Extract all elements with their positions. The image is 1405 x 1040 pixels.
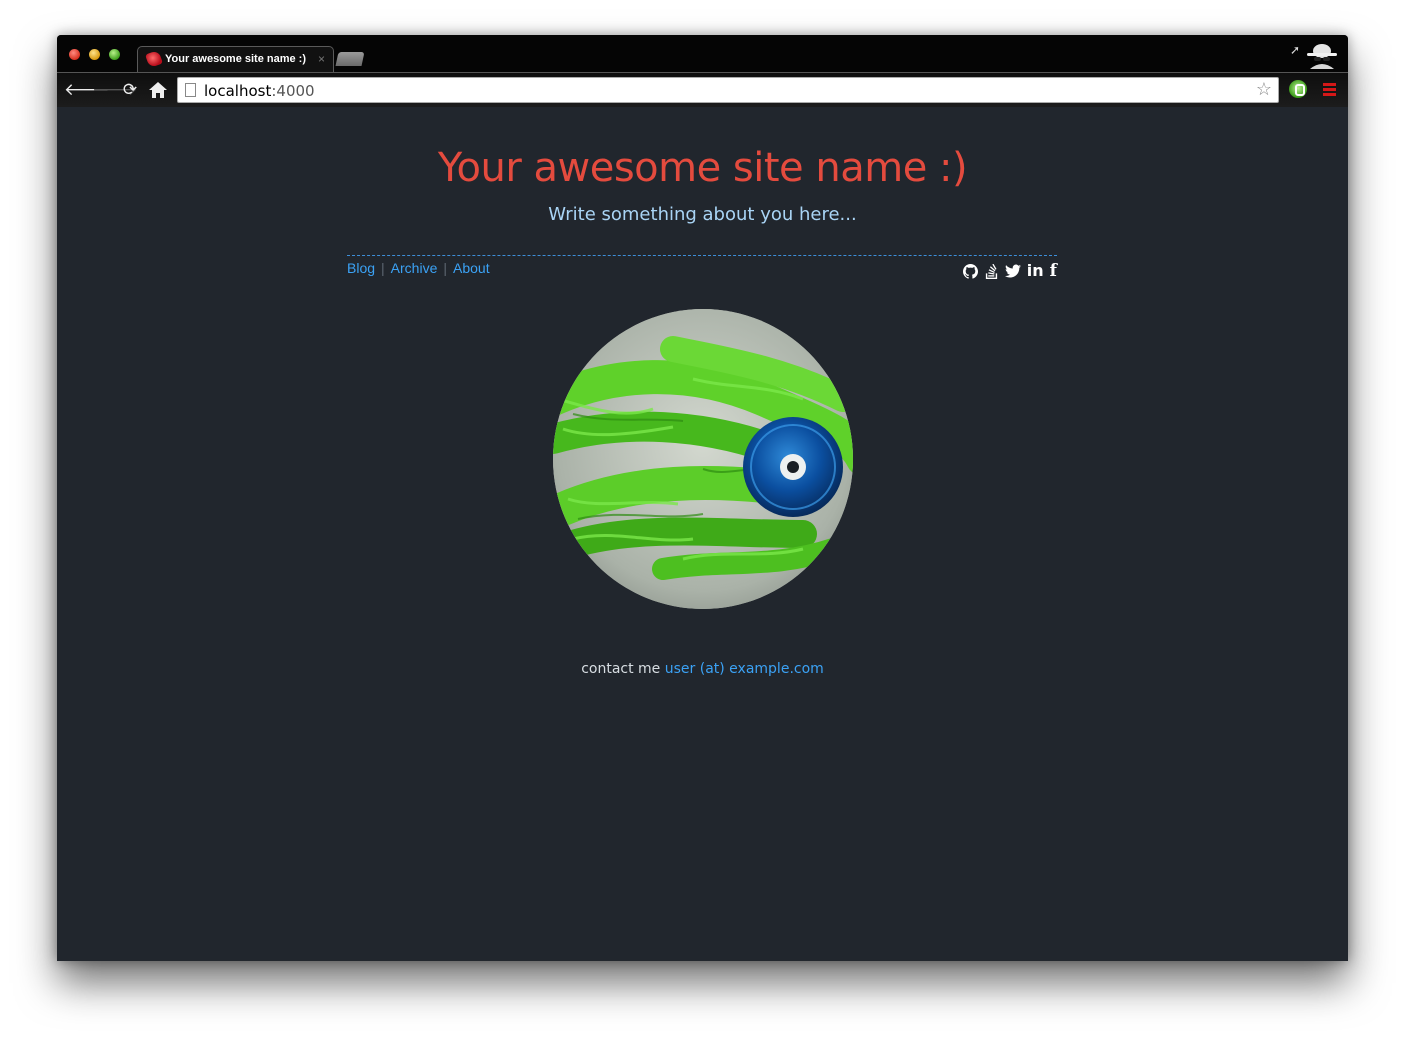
- linkedin-icon[interactable]: in: [1027, 263, 1044, 279]
- tab-close-icon[interactable]: ×: [318, 52, 325, 66]
- nav-links: Blog | Archive | About: [347, 260, 490, 276]
- nav-link-archive[interactable]: Archive: [391, 260, 438, 276]
- new-tab-button[interactable]: [335, 52, 365, 66]
- social-links: in f: [962, 262, 1057, 280]
- yoyo-image: [553, 309, 853, 609]
- home-icon[interactable]: [148, 80, 168, 100]
- contact-prefix: contact me: [581, 661, 661, 677]
- nav-link-about[interactable]: About: [453, 260, 490, 276]
- tab-title: Your awesome site name :): [165, 53, 307, 65]
- window-close-button[interactable]: [69, 49, 80, 60]
- ruby-favicon-icon: [145, 50, 163, 68]
- reload-icon[interactable]: ⟳: [120, 80, 140, 100]
- navbar: Blog | Archive | About in f: [347, 255, 1057, 286]
- github-icon[interactable]: [962, 263, 978, 279]
- url-text[interactable]: localhost:4000: [204, 82, 315, 100]
- evernote-extension-icon[interactable]: [1289, 80, 1307, 98]
- tab-strip: Your awesome site name :) × ➚: [57, 35, 1348, 73]
- site-title[interactable]: Your awesome site name :): [57, 145, 1348, 191]
- forward-arrow-icon[interactable]: 🡒: [92, 80, 138, 100]
- bookmark-star-icon[interactable]: ☆: [1256, 79, 1272, 100]
- twitter-icon[interactable]: [1004, 264, 1021, 279]
- tab-active[interactable]: Your awesome site name :) ×: [137, 46, 334, 73]
- nav-link-blog[interactable]: Blog: [347, 260, 375, 276]
- url-host: localhost: [204, 82, 272, 100]
- contact-email-link[interactable]: user (at) example.com: [665, 661, 824, 677]
- page-icon: [185, 83, 196, 97]
- window-minimize-button[interactable]: [89, 49, 100, 60]
- window-maximize-button[interactable]: [109, 49, 120, 60]
- site-description: Write something about you here...: [548, 204, 857, 225]
- stackoverflow-icon[interactable]: [984, 263, 999, 279]
- browser-toolbar: 🡐 🡒 ⟳ localhost:4000 ☆: [57, 72, 1348, 107]
- facebook-icon[interactable]: f: [1050, 263, 1057, 280]
- browser-window: Your awesome site name :) × ➚ 🡐 🡒 ⟳ loca…: [57, 35, 1348, 961]
- back-arrow-icon[interactable]: 🡐: [64, 80, 110, 100]
- nav-separator: |: [443, 260, 447, 276]
- incognito-icon: [1307, 44, 1337, 69]
- contact-line: contact me user (at) example.com: [57, 661, 1348, 677]
- avatar: [553, 309, 853, 609]
- address-bar[interactable]: localhost:4000 ☆: [177, 77, 1279, 103]
- cursor-arrow-icon: ➚: [1289, 43, 1300, 57]
- menu-icon[interactable]: [1323, 83, 1336, 96]
- url-port: :4000: [271, 82, 315, 100]
- page-content: Your awesome site name :) Write somethin…: [57, 107, 1348, 961]
- nav-separator: |: [381, 260, 385, 276]
